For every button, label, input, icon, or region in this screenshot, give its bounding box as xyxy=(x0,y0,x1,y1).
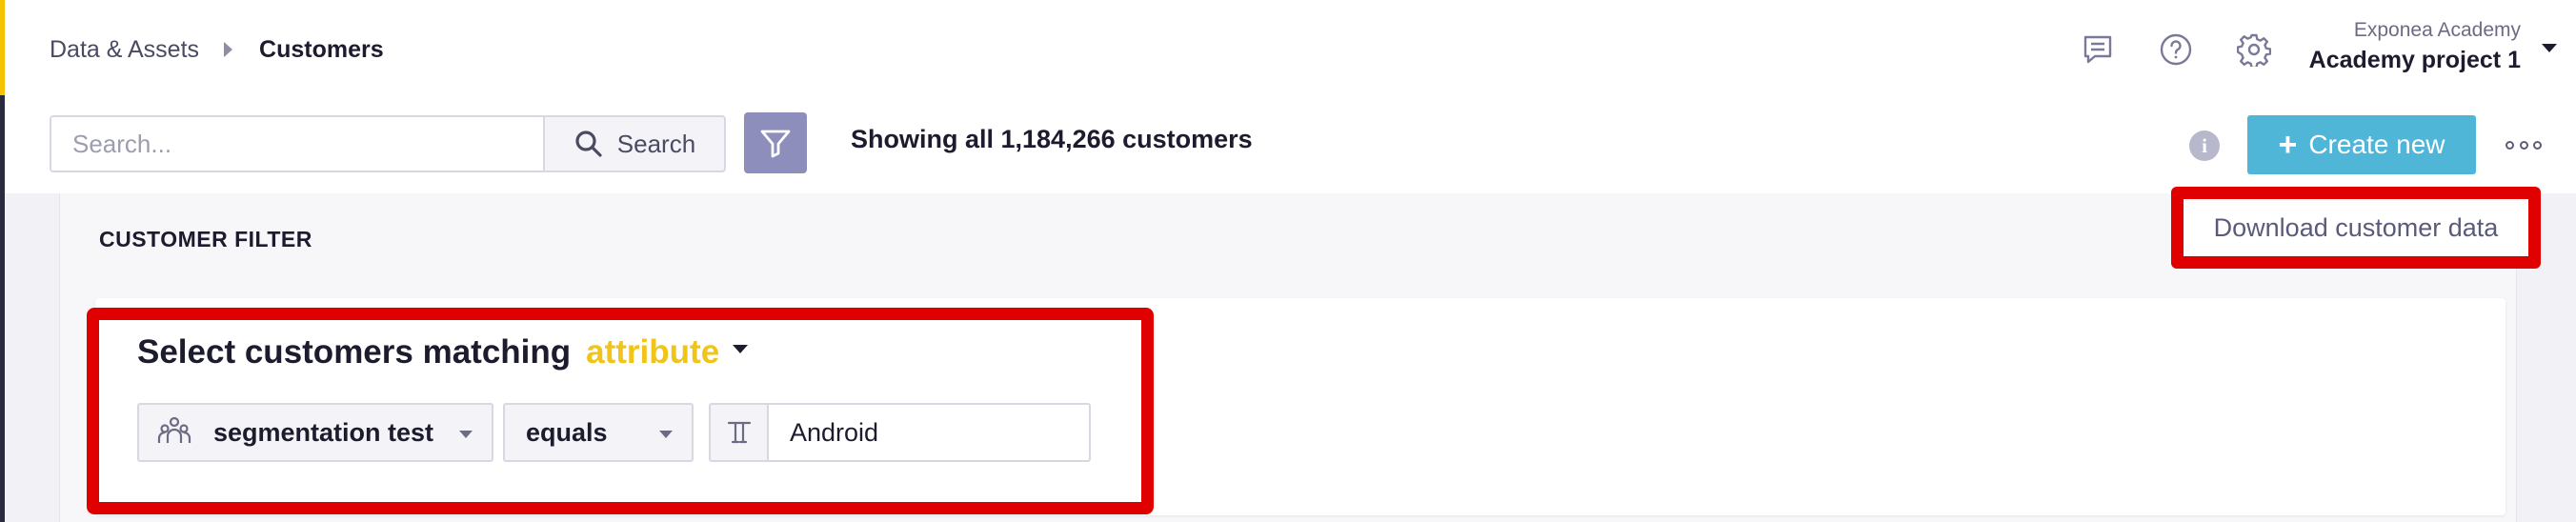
account-switcher[interactable]: Exponea Academy Academy project 1 xyxy=(2309,17,2521,76)
search-button-label: Search xyxy=(616,129,696,158)
value-type-button[interactable] xyxy=(709,403,768,462)
search-button[interactable]: Search xyxy=(543,115,726,172)
operator-select[interactable]: equals xyxy=(503,403,694,462)
organization-name: Exponea Academy xyxy=(2353,19,2521,41)
value-input[interactable]: Android xyxy=(767,403,1091,462)
text-type-icon xyxy=(727,421,752,444)
attribute-select[interactable]: segmentation test xyxy=(137,403,493,462)
download-customer-data-label: Download customer data xyxy=(2213,212,2499,242)
download-menu-item[interactable]: Download customer data xyxy=(2171,187,2541,269)
caret-down-icon xyxy=(459,431,473,438)
match-line: Select customers matching attribute xyxy=(137,333,749,371)
plus-icon: + xyxy=(2278,127,2298,163)
create-new-label: Create new xyxy=(2308,130,2445,159)
search-icon xyxy=(575,130,602,157)
ellipsis-icon[interactable] xyxy=(2506,135,2542,154)
chevron-right-icon xyxy=(224,42,233,57)
project-name: Academy project 1 xyxy=(2308,47,2521,73)
gear-icon[interactable] xyxy=(2233,29,2275,70)
match-type-dropdown[interactable]: attribute xyxy=(586,333,719,371)
customer-filter-title: CUSTOMER FILTER xyxy=(99,227,312,251)
customer-count: Showing all 1,184,266 customers xyxy=(851,125,1253,153)
operator-value: equals xyxy=(526,417,608,447)
caret-down-icon[interactable] xyxy=(733,344,749,353)
caret-down-icon[interactable] xyxy=(2542,44,2557,52)
value-text: Android xyxy=(790,417,879,447)
breadcrumb-current: Customers xyxy=(259,35,384,63)
match-prefix: Select customers matching xyxy=(137,333,572,371)
breadcrumb-data-assets[interactable]: Data & Assets xyxy=(50,36,199,64)
search-input[interactable] xyxy=(50,115,545,172)
segmentation-icon xyxy=(157,416,191,443)
help-icon[interactable] xyxy=(2155,29,2197,70)
create-new-button[interactable]: + Create new xyxy=(2247,115,2476,174)
chat-icon[interactable] xyxy=(2077,29,2119,70)
attribute-value: segmentation test xyxy=(213,417,434,447)
accent-bar xyxy=(0,0,5,95)
funnel-icon xyxy=(760,130,791,158)
caret-down-icon xyxy=(659,431,673,438)
breadcrumb: Data & Assets Customers xyxy=(50,29,384,70)
filter-toggle-button[interactable] xyxy=(744,112,807,173)
info-icon[interactable]: i xyxy=(2189,130,2220,161)
